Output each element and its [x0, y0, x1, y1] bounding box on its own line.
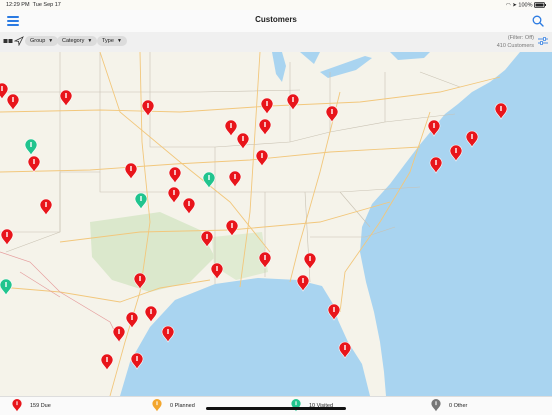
- type-filter-chip[interactable]: Type ▼: [97, 36, 127, 46]
- legend-planned-label: 0 Planned: [170, 403, 195, 409]
- caret-down-icon: ▼: [48, 38, 54, 44]
- filter-state-text: (Filter: Off): [507, 35, 534, 41]
- legend-due-label: 159 Due: [30, 403, 51, 409]
- legend-visited[interactable]: 10 Visited: [291, 399, 333, 413]
- caret-down-icon: ▼: [116, 38, 122, 44]
- sliders-icon[interactable]: [538, 36, 548, 46]
- legend-bar: 159 Due 0 Planned 10 Visited 0 Other: [0, 396, 552, 415]
- list-view-icon[interactable]: [3, 36, 13, 46]
- status-time-date: 12:29 PM Tue Sep 17: [6, 2, 61, 8]
- filter-status: (Filter: Off) 410 Customers: [497, 34, 534, 50]
- group-filter-chip[interactable]: Group ▼: [25, 36, 59, 46]
- status-right: ◠ ➤ 100%: [506, 2, 546, 8]
- battery-icon: [534, 2, 546, 8]
- legend-other[interactable]: 0 Other: [431, 399, 467, 413]
- legend-planned[interactable]: 0 Planned: [152, 399, 195, 413]
- battery-percent: 100%: [518, 2, 533, 9]
- customer-count: 410 Customers: [496, 43, 534, 49]
- caret-down-icon: ▼: [87, 38, 93, 44]
- location-icon: ➤: [512, 2, 517, 9]
- search-icon[interactable]: [532, 15, 544, 27]
- map-view[interactable]: [0, 52, 552, 396]
- legend-other-label: 0 Other: [449, 403, 468, 409]
- page-title: Customers: [255, 15, 297, 24]
- group-chip-label: Group: [30, 38, 46, 44]
- category-chip-label: Category: [62, 38, 85, 44]
- wifi-icon: ◠: [505, 2, 511, 9]
- pin-icon: [12, 399, 30, 412]
- nav-bar: Customers: [0, 10, 552, 32]
- home-indicator: [206, 407, 346, 410]
- pin-icon: [152, 399, 170, 412]
- category-filter-chip[interactable]: Category ▼: [57, 36, 98, 46]
- status-date: Tue Sep 17: [32, 2, 61, 8]
- type-chip-label: Type: [102, 38, 114, 44]
- pin-icon: [431, 399, 449, 412]
- status-bar: 12:29 PM Tue Sep 17 ◠ ➤ 100%: [0, 0, 552, 10]
- status-time: 12:29 PM: [6, 2, 30, 8]
- legend-due[interactable]: 159 Due: [12, 399, 51, 413]
- location-arrow-icon[interactable]: [14, 36, 24, 46]
- filter-bar: Group ▼ Category ▼ Type ▼ (Filter: Off) 410…: [0, 32, 552, 53]
